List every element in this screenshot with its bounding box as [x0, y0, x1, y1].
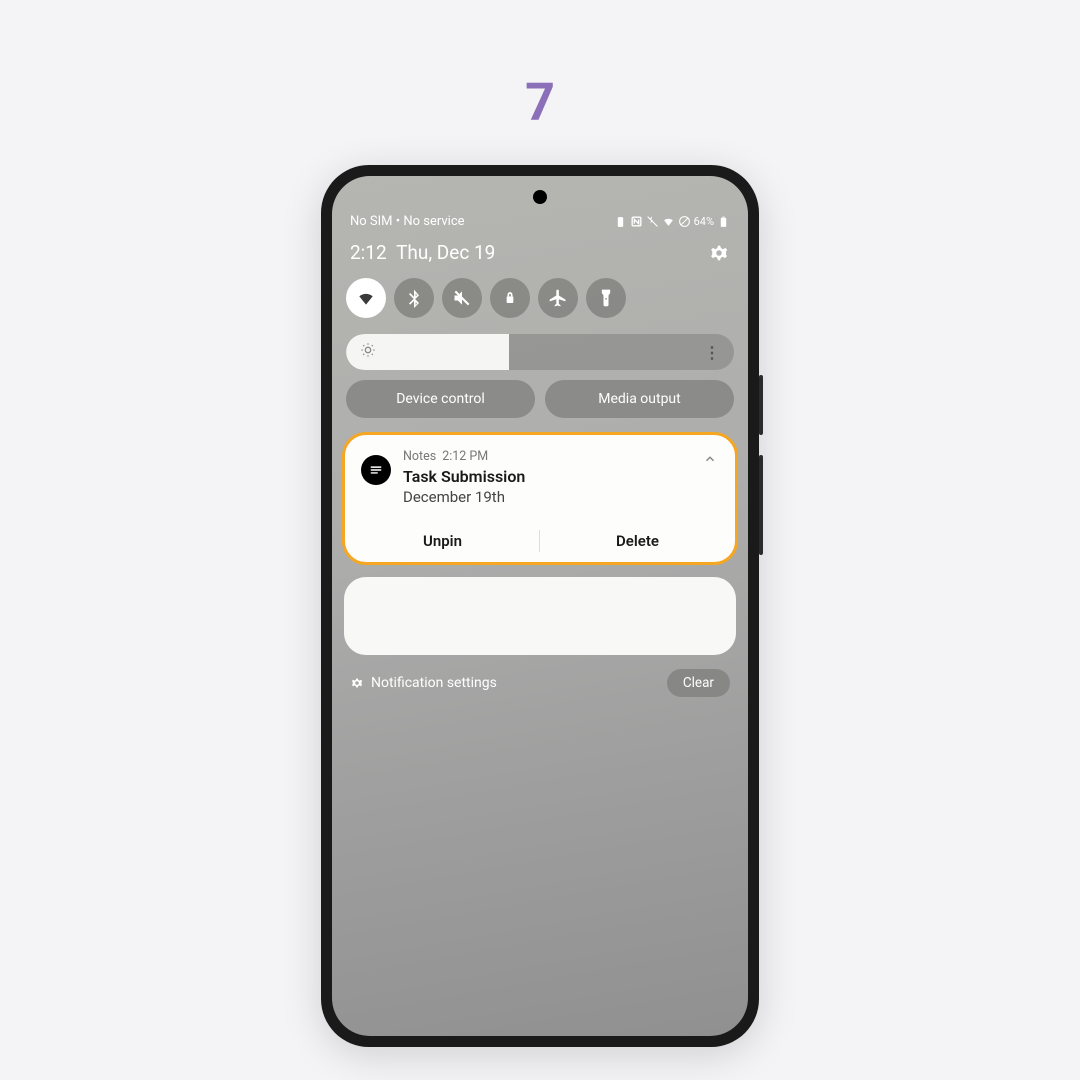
airplane-toggle[interactable] [538, 278, 578, 318]
vibrate-icon [646, 215, 659, 228]
no-signal-icon [678, 215, 691, 228]
media-output-button[interactable]: Media output [545, 380, 734, 418]
mute-icon [452, 288, 472, 308]
rotation-lock-toggle[interactable] [490, 278, 530, 318]
unpin-button[interactable]: Unpin [345, 520, 540, 562]
flashlight-icon [596, 288, 616, 308]
status-bar: No SIM • No service 64% [332, 176, 748, 235]
collapse-chevron-icon[interactable] [703, 451, 717, 470]
clear-button[interactable]: Clear [667, 669, 730, 697]
power-button [759, 455, 763, 555]
notes-app-icon [361, 455, 391, 485]
brightness-menu-icon[interactable]: ⋮ [704, 343, 720, 362]
status-icons: 64% [614, 215, 730, 228]
notification-footer: Notification settings Clear [332, 655, 748, 711]
mute-toggle[interactable] [442, 278, 482, 318]
delete-button[interactable]: Delete [540, 520, 735, 562]
wifi-toggle[interactable] [346, 278, 386, 318]
notes-notification-card[interactable]: Notes 2:12 PM Task Submission December 1… [342, 432, 738, 565]
notification-settings-link[interactable]: Notification settings [350, 675, 497, 691]
brightness-icon [360, 342, 376, 362]
time-date-row: 2:12 Thu, Dec 19 [332, 235, 748, 276]
wifi-icon [356, 288, 376, 308]
sim-status: No SIM • No service [350, 214, 465, 229]
empty-notification-card[interactable] [344, 577, 736, 655]
camera-notch [533, 190, 547, 204]
clock: 2:12 Thu, Dec 19 [350, 241, 495, 264]
notification-title: Task Submission [403, 467, 719, 486]
notification-settings-label: Notification settings [371, 675, 497, 691]
flashlight-toggle[interactable] [586, 278, 626, 318]
bluetooth-icon [404, 288, 424, 308]
notification-app-name: Notes [403, 449, 436, 464]
nfc-icon [630, 215, 643, 228]
phone-screen: No SIM • No service 64% 2:12 Thu, Dec 19 [332, 176, 748, 1036]
gear-small-icon [350, 676, 364, 690]
settings-gear-icon[interactable] [708, 242, 730, 264]
battery-percent: 64% [694, 215, 714, 228]
phone-frame: No SIM • No service 64% 2:12 Thu, Dec 19 [321, 165, 759, 1047]
quick-settings-panel [332, 276, 748, 320]
control-buttons-row: Device control Media output [332, 380, 748, 418]
rotation-lock-icon [500, 288, 520, 308]
battery-saver-icon [614, 215, 627, 228]
brightness-slider[interactable]: ⋮ [346, 334, 734, 370]
wifi-status-icon [662, 215, 675, 228]
airplane-icon [548, 288, 568, 308]
device-control-button[interactable]: Device control [346, 380, 535, 418]
battery-icon [717, 215, 730, 228]
volume-button [759, 375, 763, 435]
notification-time: 2:12 PM [442, 449, 488, 464]
step-number: 7 [525, 72, 555, 133]
notification-subtitle: December 19th [403, 488, 719, 506]
bluetooth-toggle[interactable] [394, 278, 434, 318]
